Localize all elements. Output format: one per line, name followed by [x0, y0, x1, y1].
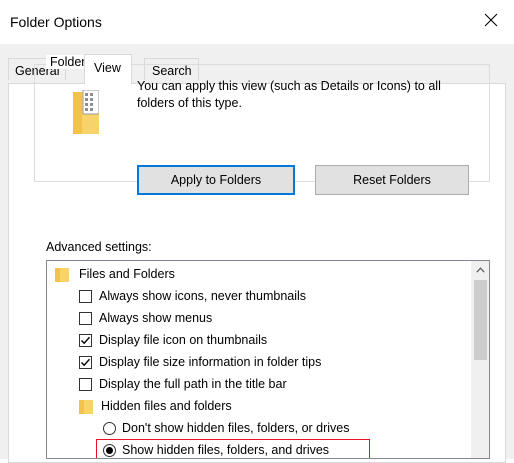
list-item[interactable]: Display file icon on thumbnails [79, 329, 267, 351]
list-item-label: Display file size information in folder … [99, 355, 322, 369]
folder-icon [79, 399, 93, 414]
checkbox-checked[interactable] [79, 355, 92, 369]
apply-to-folders-button[interactable]: Apply to Folders [137, 165, 295, 195]
folder-icon [55, 267, 69, 282]
reset-folders-button[interactable]: Reset Folders [315, 165, 469, 195]
tab-view[interactable]: View [84, 54, 132, 84]
list-item-label: Display the full path in the title bar [99, 377, 287, 391]
folder-view-icon [73, 90, 99, 134]
list-item-label: Display file icon on thumbnails [99, 333, 268, 347]
checkbox[interactable] [79, 289, 92, 303]
checkmark-icon [81, 336, 91, 344]
checkbox[interactable] [79, 311, 92, 325]
list-item-label: Always show menus [99, 311, 213, 325]
checkbox-checked[interactable] [79, 333, 92, 347]
close-button[interactable] [468, 0, 514, 40]
checkmark-icon [81, 358, 91, 366]
advanced-settings-list[interactable]: Files and Folders Always show icons, nev… [46, 260, 490, 459]
list-item-label: Show hidden files, folders, and drives [122, 443, 330, 457]
list-item[interactable]: Show hidden files, folders, and drives [103, 439, 330, 458]
list-item[interactable]: Always show icons, never thumbnails [79, 285, 306, 307]
list-item[interactable]: Don't show hidden files, folders, or dri… [103, 417, 350, 439]
list-item[interactable]: Always show menus [79, 307, 212, 329]
vertical-scrollbar[interactable] [471, 261, 489, 458]
list-item: Files and Folders [55, 263, 175, 285]
radio-button[interactable] [103, 421, 116, 435]
radio-button-selected[interactable] [103, 443, 116, 457]
folder-views-description: You can apply this view (such as Details… [137, 79, 441, 110]
list-item: Hidden files and folders [79, 395, 232, 417]
scroll-up-button[interactable] [472, 261, 489, 278]
chevron-up-icon [476, 266, 485, 273]
scrollbar-thumb[interactable] [474, 280, 487, 360]
title-bar: Folder Options [0, 0, 514, 44]
list-item-label: Always show icons, never thumbnails [99, 289, 307, 303]
list-item-label: Files and Folders [79, 267, 175, 281]
list-item[interactable]: Display file size information in folder … [79, 351, 321, 373]
advanced-settings-label: Advanced settings: [46, 240, 152, 254]
list-item-label: Don't show hidden files, folders, or dri… [122, 421, 350, 435]
list-item-label: Hidden files and folders [101, 399, 232, 413]
checkbox[interactable] [79, 377, 92, 391]
window-title: Folder Options [10, 14, 102, 30]
close-icon [484, 13, 498, 27]
list-item[interactable]: Display the full path in the title bar [79, 373, 287, 395]
